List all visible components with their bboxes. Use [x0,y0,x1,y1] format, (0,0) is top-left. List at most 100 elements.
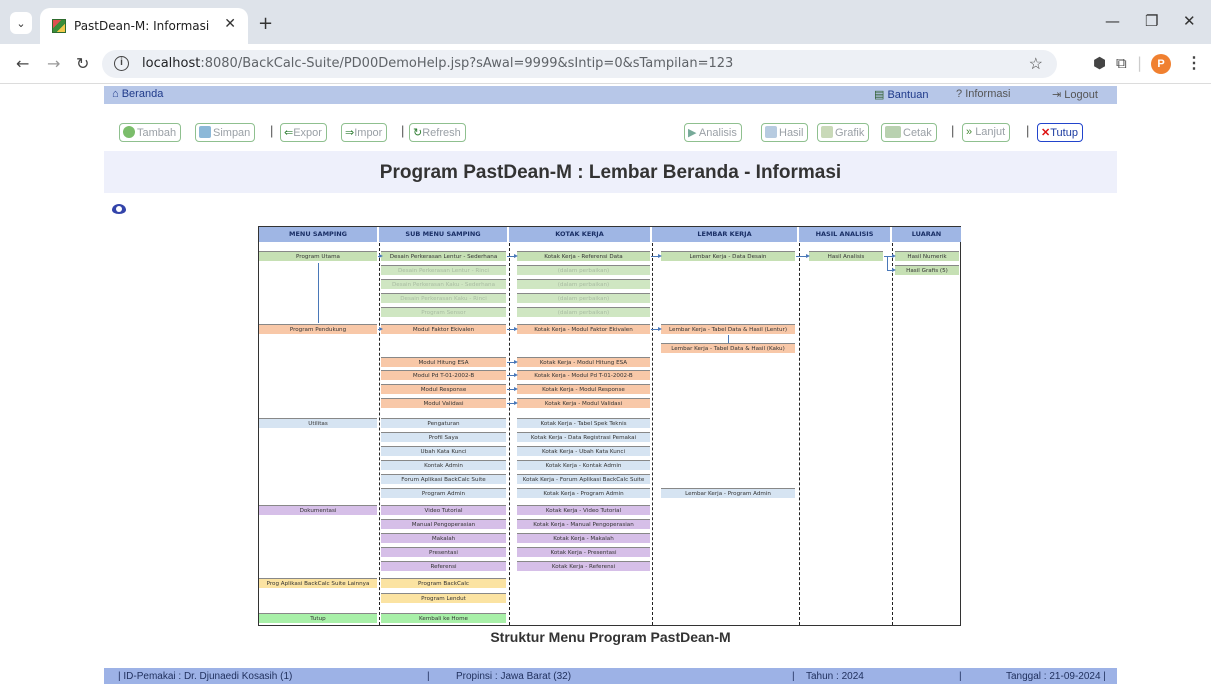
logout-link[interactable]: ⇥ Logout [1052,88,1098,101]
extension-shield-icon[interactable]: ⬢ [1093,54,1106,72]
sub-menu-box: Manual Pengoperasian [381,519,506,529]
next-label: Lanjut [975,126,1006,138]
browser-tab-bar: ⌄ PastDean-M: Informasi ✕ + — ❐ ✕ [0,0,1211,44]
tab-title: PastDean-M: Informasi [74,19,210,33]
work-box: (dalam perbaikan) [517,265,650,275]
app-top-bar: ⌂ Beranda ▤ Bantuan ? Informasi ⇥ Logout [104,86,1117,104]
analysis-button[interactable]: ▶ Analisis [684,123,742,142]
address-bar[interactable]: i localhost:8080/BackCalc-Suite/PD00Demo… [102,50,1057,78]
work-box: Kotak Kerja - Kontak Admin [517,460,650,470]
result-button[interactable]: Hasil [761,123,809,142]
next-button[interactable]: » Lanjut [962,123,1011,142]
connector-arrow [507,373,518,377]
header-hasil-analisis: HASIL ANALISIS [799,227,891,242]
connector-line [728,335,729,343]
sub-menu-box: Desain Perkerasan Kaku - Sederhana [381,279,506,289]
back-arrow-icon[interactable]: ← [16,54,29,73]
browser-nav-bar: ← → ↻ i localhost:8080/BackCalc-Suite/PD… [0,44,1211,84]
refresh-label: Refresh [422,127,461,139]
column-divider [652,243,653,625]
analysis-box: Hasil Analisis [809,251,883,261]
work-box: Kotak Kerja - Presentasi [517,547,650,557]
diagram-caption: Struktur Menu Program PastDean-M [490,629,731,645]
new-tab-button[interactable]: + [258,13,273,34]
header-kotak-kerja: KOTAK KERJA [509,227,651,242]
sub-menu-box: Modul Hitung ESA [381,357,506,367]
export-button[interactable]: ⇐Expor [280,123,327,142]
sub-menu-box: Pengaturan [381,418,506,428]
connector-arrow [507,401,518,405]
help-link[interactable]: ▤ Bantuan [874,88,928,101]
menu-structure-diagram: MENU SAMPING SUB MENU SAMPING KOTAK KERJ… [258,226,961,626]
status-province: Propinsi : Jawa Barat (32) [456,671,572,682]
print-button[interactable]: Cetak [881,123,937,142]
browser-menu-icon[interactable]: ⋮ [1186,53,1202,73]
sub-menu-box: Desain Perkerasan Lentur - Rinci [381,265,506,275]
profile-avatar[interactable]: P [1151,54,1171,74]
header-sub-menu: SUB MENU SAMPING [379,227,508,242]
connector-arrow [651,327,662,331]
site-info-icon[interactable]: i [114,56,129,71]
sub-menu-box: Program BackCalc [381,578,506,588]
status-bar: | ID-Pemakai : Dr. Djunaedi Kosasih (1) … [104,668,1117,684]
forward-arrow-icon[interactable]: → [47,54,60,73]
page-title-bar: Program PastDean-M : Lembar Beranda - In… [104,151,1117,193]
export-arrow-icon: ⇐ [284,127,294,139]
connector-line [887,256,888,270]
column-divider [379,243,380,625]
header-luaran: LUARAN [892,227,961,242]
sub-menu-box: Video Tutorial [381,505,506,515]
extensions-puzzle-icon[interactable]: ⧉ [1116,54,1127,72]
home-icon: ⌂ [112,88,119,100]
sub-menu-box: Modul Response [381,384,506,394]
import-button[interactable]: ⇒Impor [341,123,388,142]
favicon-icon [52,19,66,33]
result-icon [765,126,777,138]
connector-arrow [796,254,810,258]
connector-arrow [887,268,896,272]
save-button[interactable]: Simpan [195,123,256,142]
header-menu-samping: MENU SAMPING [259,227,378,242]
info-icon: ? [956,88,963,100]
column-divider [509,243,510,625]
bookmark-star-icon[interactable]: ☆ [1029,54,1043,74]
status-year: Tahun : 2024 [806,671,864,682]
connector-arrow [378,327,383,331]
sub-menu-box: Modul Pd T-01-2002-B [381,370,506,380]
minimize-icon[interactable]: — [1105,12,1120,30]
tab-search-button[interactable]: ⌄ [10,12,32,34]
logout-label: Logout [1064,89,1098,101]
header-lembar-kerja: LEMBAR KERJA [652,227,798,242]
close-button[interactable]: ✕Tutup [1037,123,1083,142]
next-chevron-icon: » [966,126,973,138]
close-tab-icon[interactable]: ✕ [224,16,236,32]
app-toolbar: Tambah Simpan | ⇐Expor ⇒Impor | ↻Refresh… [104,120,1117,144]
url-text[interactable]: localhost:8080/BackCalc-Suite/PD00DemoHe… [142,56,733,71]
status-year-separator: | [792,671,795,682]
home-link[interactable]: ⌂ Beranda [112,88,163,100]
sub-menu-box: Program Sensor [381,307,506,317]
connector-arrow [651,254,662,258]
connector-arrow [507,254,518,258]
sheet-box: Lembar Kerja - Tabel Data & Hasil (Lentu… [661,324,795,334]
work-box: Kotak Kerja - Tabel Spek Teknis [517,418,650,428]
status-date-separator: | [959,671,962,682]
work-box: Kotak Kerja - Forum Aplikasi BackCalc Su… [517,474,650,484]
browser-tab[interactable]: PastDean-M: Informasi ✕ [40,8,248,44]
eye-icon[interactable] [112,204,126,214]
work-box: Kotak Kerja - Modul Hitung ESA [517,357,650,367]
menu-box: Program Pendukung [259,324,377,334]
restore-icon[interactable]: ❐ [1145,12,1158,30]
reload-icon[interactable]: ↻ [76,54,89,73]
graph-icon [821,126,833,138]
add-button[interactable]: Tambah [119,123,182,142]
window-close-icon[interactable]: ✕ [1183,12,1196,30]
graph-button[interactable]: Grafik [817,123,870,142]
sub-menu-box: Makalah [381,533,506,543]
work-box: Kotak Kerja - Makalah [517,533,650,543]
refresh-button[interactable]: ↻Refresh [409,123,466,142]
connector-arrow [507,327,518,331]
info-link[interactable]: ? Informasi [956,88,1010,100]
print-icon [885,126,901,138]
sub-menu-box: Forum Aplikasi BackCalc Suite [381,474,506,484]
